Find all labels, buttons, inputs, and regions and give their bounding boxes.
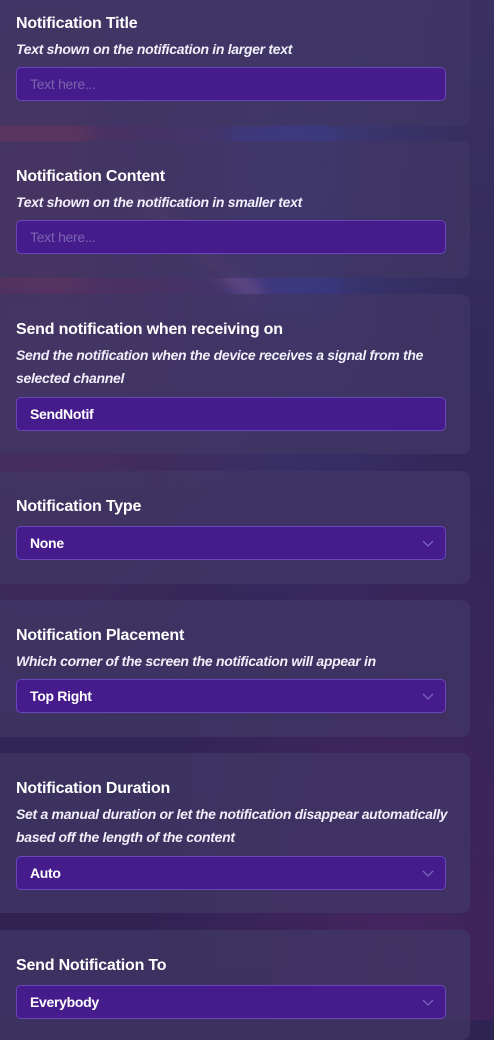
send-notification-to-select[interactable]: Everybody	[16, 985, 446, 1019]
chevron-down-icon	[422, 870, 434, 877]
setting-description: Text shown on the notification in larger…	[16, 41, 293, 57]
setting-title: Notification Title	[16, 15, 138, 32]
select-value: Top Right	[30, 688, 92, 704]
setting-card-notification-title: Notification Title Text shown on the not…	[0, 0, 470, 126]
setting-title: Notification Content	[16, 168, 165, 185]
select-value: Everybody	[30, 994, 99, 1010]
notification-title-input[interactable]: Text here...	[16, 67, 446, 101]
input-placeholder: Text here...	[30, 76, 96, 92]
notification-content-input[interactable]: Text here...	[16, 220, 446, 254]
setting-title: Notification Type	[16, 498, 142, 515]
setting-card-receiving-channel: Send notification when receiving on Send…	[0, 294, 470, 454]
setting-card-notification-placement: Notification Placement Which corner of t…	[0, 600, 470, 737]
setting-title: Send Notification To	[16, 957, 167, 974]
setting-title: Notification Duration	[16, 780, 171, 797]
setting-title: Send notification when receiving on	[16, 321, 283, 338]
setting-description: Set a manual duration or let the notific…	[16, 806, 448, 845]
notification-placement-select[interactable]: Top Right	[16, 679, 446, 713]
input-placeholder: Text here...	[30, 229, 96, 245]
setting-card-send-notification-to: Send Notification To Everybody	[0, 930, 470, 1040]
chevron-down-icon	[422, 540, 434, 547]
setting-card-notification-type: Notification Type None	[0, 471, 470, 584]
setting-description: Which corner of the screen the notificat…	[16, 653, 376, 669]
select-value: None	[30, 535, 64, 551]
notification-type-select[interactable]: None	[16, 526, 446, 560]
setting-description: Text shown on the notification in smalle…	[16, 194, 302, 210]
setting-title: Notification Placement	[16, 627, 185, 644]
setting-card-notification-duration: Notification Duration Set a manual durat…	[0, 753, 470, 913]
notification-duration-select[interactable]: Auto	[16, 856, 446, 890]
select-value: Auto	[30, 865, 61, 881]
setting-card-notification-content: Notification Content Text shown on the n…	[0, 141, 470, 278]
input-value: SendNotif	[30, 406, 94, 422]
chevron-down-icon	[422, 693, 434, 700]
receiving-channel-input[interactable]: SendNotif	[16, 397, 446, 431]
setting-description: Send the notification when the device re…	[16, 347, 424, 386]
chevron-down-icon	[422, 999, 434, 1006]
